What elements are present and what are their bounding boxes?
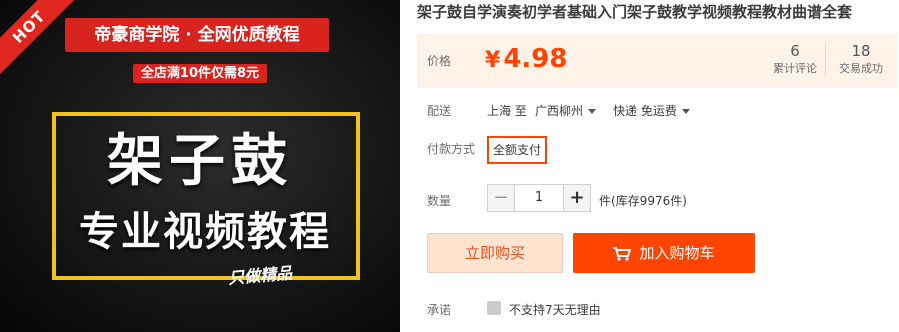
buy-now-button[interactable]: 立即购买	[427, 233, 563, 273]
product-info-panel: 架子鼓自学演奏初学者基础入门架子鼓教学视频教程教材曲谱全套 价格 ¥4.98 6…	[417, 0, 899, 332]
service-row: 承诺 不支持7天无理由	[417, 298, 897, 332]
quantity-stepper: − 1 +	[487, 184, 591, 212]
promo-label: 全店满10件仅需8元	[132, 64, 268, 83]
cart-icon	[613, 246, 632, 261]
checkbox-icon	[487, 301, 501, 315]
quantity-label: 数量	[427, 194, 452, 208]
sold-count: 18	[851, 42, 871, 60]
price-label: 价格	[427, 54, 452, 68]
currency-symbol: ¥	[485, 48, 501, 73]
product-main-image[interactable]: HOT 帝豪商学院 · 全网优质教程 全店满10件仅需8元 架子鼓 专业视频教程…	[0, 0, 400, 332]
shipping-method-select[interactable]: 快递 免运费	[613, 102, 690, 119]
quantity-decrease-button[interactable]: −	[487, 184, 515, 212]
sold-stat: 18 交易成功	[831, 42, 891, 76]
price-amount: 4.98	[503, 44, 568, 74]
quantity-increase-button[interactable]: +	[563, 184, 591, 212]
stock-text: 件(库存9976件)	[599, 194, 687, 208]
promo-text: 全店满10件仅需8元	[0, 62, 400, 83]
product-title: 架子鼓自学演奏初学者基础入门架子鼓教学视频教程教材曲谱全套	[417, 3, 853, 21]
shipping-label: 配送	[427, 104, 452, 118]
reviews-stat[interactable]: 6 累计评论	[765, 42, 826, 76]
reviews-count: 6	[790, 42, 800, 60]
quantity-row: 数量 − 1 + 件(库存9976件)	[417, 184, 897, 214]
image-title-sub: 专业视频教程	[79, 209, 331, 255]
image-slogan: 只做精品	[227, 263, 293, 288]
quantity-input[interactable]: 1	[515, 184, 563, 212]
shipping-destination: 广西柳州	[535, 104, 584, 118]
chevron-down-icon	[681, 109, 690, 114]
chevron-down-icon	[588, 109, 597, 114]
image-title-main: 架子鼓	[107, 129, 293, 194]
add-to-cart-button[interactable]: 加入购物车	[573, 233, 755, 273]
shipping-method: 快递 免运费	[613, 104, 677, 118]
price-box: 价格 ¥4.98 6 累计评论 18 交易成功	[417, 34, 897, 88]
add-to-cart-label: 加入购物车	[639, 244, 715, 262]
reviews-label: 累计评论	[773, 62, 817, 75]
shipping-row: 配送 上海 至 广西柳州 快递 免运费	[417, 100, 897, 120]
shipping-destination-select[interactable]: 广西柳州	[535, 102, 597, 119]
service-text: 不支持7天无理由	[509, 303, 601, 317]
payment-label: 付款方式	[427, 142, 476, 156]
sold-label: 交易成功	[839, 62, 883, 75]
shipping-from: 上海 至	[487, 104, 527, 118]
service-label: 承诺	[427, 303, 452, 317]
price-value: ¥4.98	[485, 42, 567, 78]
payment-option-full[interactable]: 全额支付	[487, 136, 548, 164]
brand-banner: 帝豪商学院 · 全网优质教程	[65, 18, 329, 52]
payment-row: 付款方式 全额支付	[417, 136, 897, 166]
